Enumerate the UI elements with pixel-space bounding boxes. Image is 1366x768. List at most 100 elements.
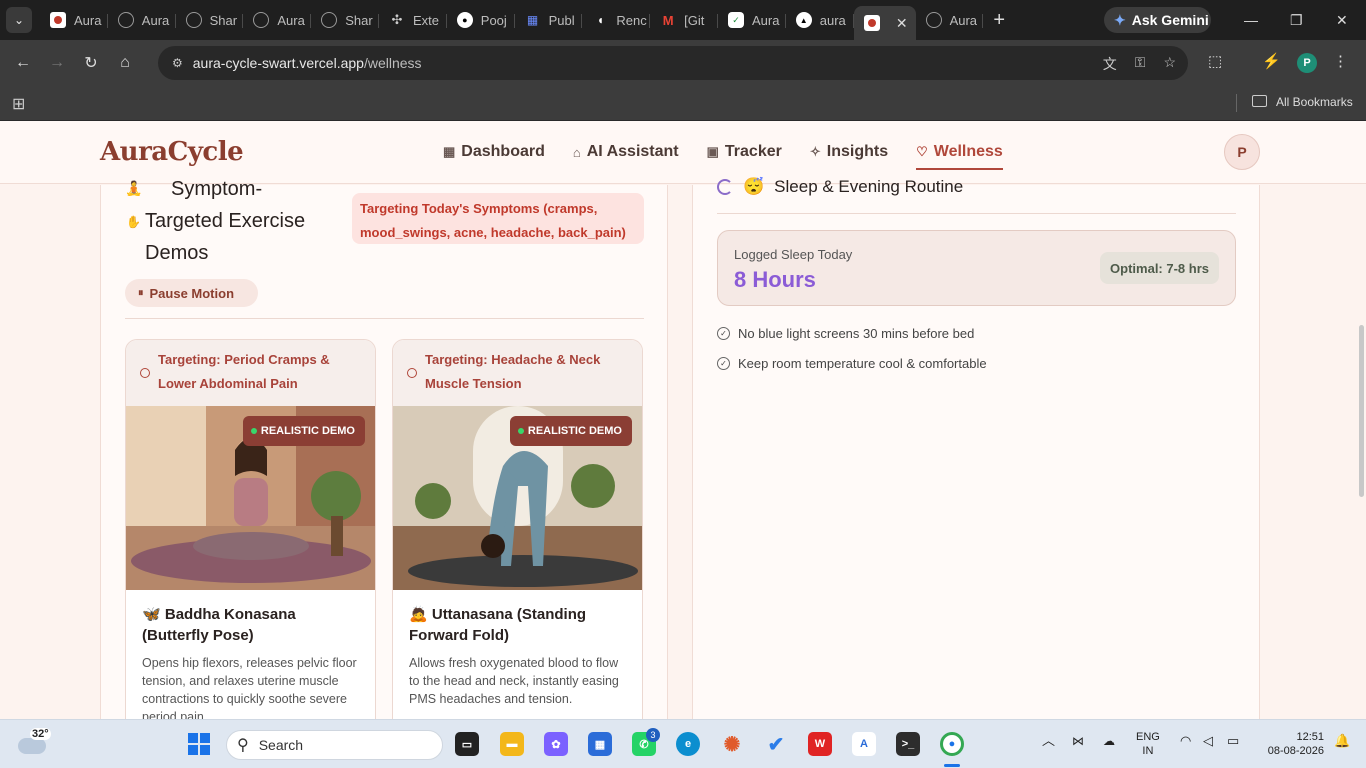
address-toolbar: ← → ↻ ⌂ ⚙ aura-cycle-swart.vercel.app/we…: [0, 40, 1366, 86]
sleeping-emoji: 😴: [743, 177, 765, 196]
clock[interactable]: 12:51 08-08-2026: [1258, 730, 1324, 758]
publish-icon: ▦: [526, 13, 539, 27]
windows-taskbar: 32° ⚲ Search ▭ ▬ ✿ ▦ ✆ 3 e ✺ ✔ W A >_ ● ︿…: [0, 719, 1366, 768]
page-viewport: AuraCycle ▦ Dashboard ⌂ AI Assistant ▣ Trac…: [0, 121, 1366, 719]
back-arrow-icon[interactable]: ←: [6, 54, 40, 72]
exercise-card[interactable]: Targeting: Period Cramps & Lower Abdomin…: [125, 339, 376, 719]
user-avatar[interactable]: P: [1224, 134, 1260, 170]
vercel-icon: ▲: [795, 12, 812, 28]
window-close-icon[interactable]: ✕: [1336, 0, 1348, 40]
exercise-card[interactable]: Targeting: Headache & Neck Muscle Tensio…: [392, 339, 643, 719]
render-icon: ◖: [596, 13, 604, 27]
wifi-icon[interactable]: ◠: [1180, 734, 1191, 748]
apps-grid-icon[interactable]: ⊞: [12, 94, 25, 114]
browser-tab-bar: ⌄ Aura Aura Shar Aura Shar ✣ Exte ● Pooj ▦…: [0, 0, 1366, 40]
nav-tracker[interactable]: ▣ Tracker: [707, 143, 782, 161]
menu-dots-icon[interactable]: ⋮: [1333, 52, 1348, 70]
vs-icon[interactable]: ⋈: [1072, 734, 1084, 748]
reload-icon[interactable]: ↻: [74, 53, 108, 73]
browser-tab[interactable]: Shar: [311, 5, 379, 35]
url-bar[interactable]: ⚙ aura-cycle-swart.vercel.app/wellness 文…: [158, 46, 1188, 80]
all-bookmarks-button[interactable]: All Bookmarks: [1276, 95, 1353, 109]
browser-tab-active[interactable]: ✕: [853, 6, 916, 40]
bookmarks-divider: [1236, 94, 1237, 112]
browser-tab[interactable]: ◖ Renc: [582, 5, 650, 35]
globe-icon: [117, 12, 134, 28]
logged-sleep-label: Logged Sleep Today: [734, 247, 853, 262]
alert-icon: [407, 368, 417, 378]
todo-icon[interactable]: ✔: [764, 732, 788, 756]
browser-tab[interactable]: ✣ Exte: [379, 5, 447, 35]
browser-tab[interactable]: Aura: [40, 5, 108, 35]
tab-search-dropdown[interactable]: ⌄: [6, 7, 32, 33]
wps-icon[interactable]: W: [808, 732, 832, 756]
browser-profile-avatar[interactable]: P: [1297, 53, 1317, 73]
heart-icon: ♡: [916, 144, 928, 159]
ask-gemini-button[interactable]: ✦ Ask Gemini: [1104, 7, 1211, 33]
globe-icon: [253, 12, 270, 28]
new-tab-icon[interactable]: +: [993, 9, 1005, 32]
terminal-icon[interactable]: >_: [896, 732, 920, 756]
onedrive-icon[interactable]: ☁: [1103, 734, 1115, 748]
chrome-icon[interactable]: ●: [940, 732, 964, 756]
restore-icon[interactable]: ❐: [1290, 0, 1303, 40]
exercise-description: Allows fresh oxygenated blood to flow to…: [409, 656, 619, 706]
browser-tab[interactable]: ▲ aura: [786, 5, 854, 35]
section-divider: [125, 318, 644, 319]
browser-tab[interactable]: ✓ Aura: [718, 5, 786, 35]
volume-icon[interactable]: ◁: [1203, 734, 1213, 748]
task-view-icon[interactable]: ▭: [455, 732, 479, 756]
pause-motion-button[interactable]: ⏸ Pause Motion: [125, 279, 258, 307]
search-icon: ⚲: [237, 737, 249, 754]
puzzle-icon: ✣: [391, 12, 403, 27]
aura-favicon: [50, 12, 66, 28]
browser-tab[interactable]: Shar: [176, 5, 244, 35]
minimize-icon[interactable]: —: [1244, 0, 1258, 40]
file-explorer-icon[interactable]: ▬: [500, 732, 524, 756]
folder-icon: [1252, 95, 1267, 107]
globe-icon: [321, 12, 338, 28]
nav-ai-assistant[interactable]: ⌂ AI Assistant: [573, 143, 679, 161]
browser-tab[interactable]: ● Pooj: [447, 5, 515, 35]
browser-tab[interactable]: Aura: [916, 5, 984, 35]
edge-icon[interactable]: e: [676, 732, 700, 756]
taskbar-search[interactable]: ⚲ Search: [226, 730, 443, 760]
home-icon[interactable]: ⌂: [108, 54, 142, 72]
star-icon[interactable]: ☆: [1163, 54, 1176, 74]
check-circle-icon: ✓: [717, 327, 730, 340]
realistic-demo-tag: REALISTIC DEMO: [509, 416, 632, 446]
weather-widget[interactable]: 32°: [18, 728, 52, 758]
forward-arrow-icon[interactable]: →: [40, 54, 74, 72]
browser-tab[interactable]: M [Git: [650, 5, 718, 35]
language-indicator[interactable]: ENG IN: [1136, 730, 1160, 758]
temperature: 32°: [30, 728, 51, 740]
section-divider: [717, 213, 1236, 214]
globe-icon: [185, 12, 202, 28]
windows-start-icon[interactable]: [188, 733, 210, 755]
browser-tab[interactable]: Aura: [108, 5, 176, 35]
store-icon[interactable]: ▦: [588, 732, 612, 756]
site-settings-icon[interactable]: ⚙: [172, 56, 183, 70]
performance-icon[interactable]: ⚡: [1262, 52, 1281, 70]
chrome-active-indicator: [944, 764, 960, 767]
translate-icon[interactable]: 文: [1103, 54, 1117, 74]
battery-icon[interactable]: ▭: [1227, 734, 1239, 748]
close-tab-icon[interactable]: ✕: [896, 15, 908, 32]
copilot-icon[interactable]: ✿: [544, 732, 568, 756]
exercise-section-title: Symptom-Targeted Exercise Demos: [145, 178, 306, 264]
nav-dashboard[interactable]: ▦ Dashboard: [443, 143, 545, 161]
browser-tab[interactable]: ▦ Publ: [515, 5, 583, 35]
nav-wellness[interactable]: ♡ Wellness: [916, 143, 1003, 170]
app-logo[interactable]: AuraCycle: [100, 137, 244, 167]
nav-insights[interactable]: ✧ Insights: [810, 143, 888, 161]
page-scrollbar[interactable]: [1359, 325, 1364, 497]
notification-bell-icon[interactable]: 🔔: [1334, 734, 1350, 748]
symptom-targeting-badge: Targeting Today's Symptoms (cramps, mood…: [352, 193, 644, 244]
app-a-icon[interactable]: A: [852, 732, 876, 756]
browser-tab[interactable]: Aura: [243, 5, 311, 35]
tray-chevron-icon[interactable]: ︿: [1042, 734, 1055, 748]
extensions-icon[interactable]: ⬚: [1208, 52, 1222, 70]
key-icon[interactable]: ⚿: [1135, 54, 1146, 74]
sleep-section: 😴 Sleep & Evening Routine Logged Sleep T…: [692, 177, 1260, 719]
claude-icon[interactable]: ✺: [720, 732, 744, 756]
